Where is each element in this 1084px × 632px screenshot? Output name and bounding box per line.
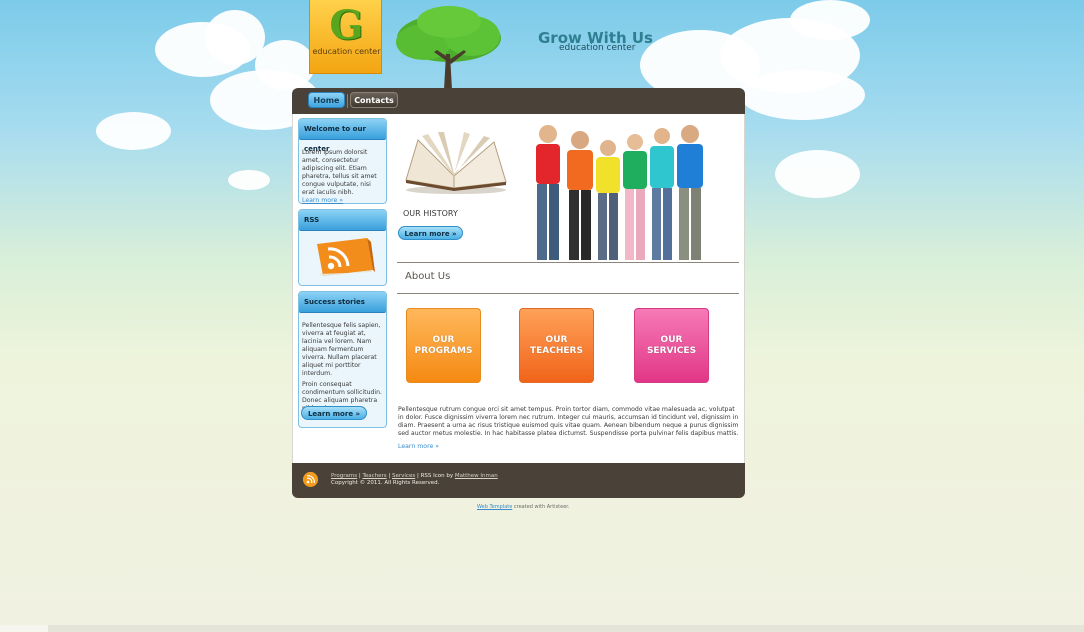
rss-icon[interactable] (311, 236, 375, 278)
sidebar-welcome-box: Welcome to our center Lorem ipsum dolors… (298, 118, 387, 204)
book-image (405, 132, 507, 194)
history-label: OUR HISTORY (403, 209, 458, 218)
nav-home-button[interactable]: Home (308, 92, 345, 108)
footer-link-services[interactable]: Services (392, 473, 415, 479)
tile-our-programs[interactable]: OUR PROGRAMS (406, 308, 481, 383)
footer-copyright: Copyright © 2011. All Rights Reserved. (331, 480, 440, 486)
bottom-strip (0, 625, 1084, 632)
divider-top (397, 262, 739, 263)
footer-sep-2: | (388, 473, 391, 479)
children-photo (536, 125, 703, 260)
web-template-link[interactable]: Web Template (477, 504, 512, 510)
about-title: About Us (405, 271, 451, 282)
tile-our-teachers[interactable]: OUR TEACHERS (519, 308, 594, 383)
tile-programs-line1: OUR (432, 334, 455, 345)
tile-programs-line2: PROGRAMS (414, 345, 473, 356)
tree-image (396, 6, 501, 90)
site-logo[interactable]: G education center (309, 0, 382, 74)
nav-contacts-button[interactable]: Contacts (350, 92, 398, 108)
logo-subtitle: education center (312, 47, 381, 56)
main-learn-more-link[interactable]: Learn more » (398, 443, 439, 450)
tile-services-line2: SERVICES (646, 345, 697, 356)
sidebar-success-button[interactable]: Learn more » (301, 406, 367, 420)
tile-services-line1: OUR (660, 334, 683, 345)
site-subtitle: education center (559, 43, 636, 53)
sidebar-welcome-title: Welcome to our center (299, 119, 386, 153)
sidebar-welcome-text: Lorem ipsum dolorsit amet, consectetur a… (302, 149, 377, 196)
sidebar-rss-title: RSS (299, 210, 386, 231)
top-navigation: Home Contacts (292, 88, 745, 114)
footer-link-programs[interactable]: Programs (331, 473, 357, 479)
footer-sep-1: | (358, 473, 361, 479)
footer-links: Programs | Teachers | Services | RSS Ico… (331, 473, 498, 487)
main-body-text: Pellentesque rutrum congue orci sit amet… (398, 406, 739, 437)
footer-link-teachers[interactable]: Teachers (362, 473, 386, 479)
footer-rss-credit: RSS Icon by (420, 473, 454, 479)
divider-bottom (397, 293, 739, 294)
nav-separator (347, 94, 348, 108)
bottom-strip-left (0, 625, 48, 632)
history-learn-more-button[interactable]: Learn more » (398, 226, 463, 240)
footer: Programs | Teachers | Services | RSS Ico… (292, 463, 745, 498)
footer-author-link[interactable]: Matthew Inman (455, 473, 498, 479)
template-credit: Web Template created with Artisteer. (477, 504, 569, 510)
sidebar-rss-box: RSS (298, 209, 387, 286)
footer-rss-icon[interactable] (303, 472, 318, 487)
tile-teachers-line1: OUR (545, 334, 568, 345)
sidebar-success-text-1: Pellentesque felis sapien, viverra at fe… (302, 322, 381, 377)
sidebar-success-title: Success stories (299, 292, 386, 313)
tile-our-services[interactable]: OUR SERVICES (634, 308, 709, 383)
tile-teachers-line2: TEACHERS (530, 345, 583, 356)
sidebar-welcome-link[interactable]: Learn more » (299, 197, 386, 204)
credit-text: created with Artisteer. (513, 504, 570, 510)
logo-letter: G (329, 2, 364, 49)
footer-sep-3: | (416, 473, 419, 479)
